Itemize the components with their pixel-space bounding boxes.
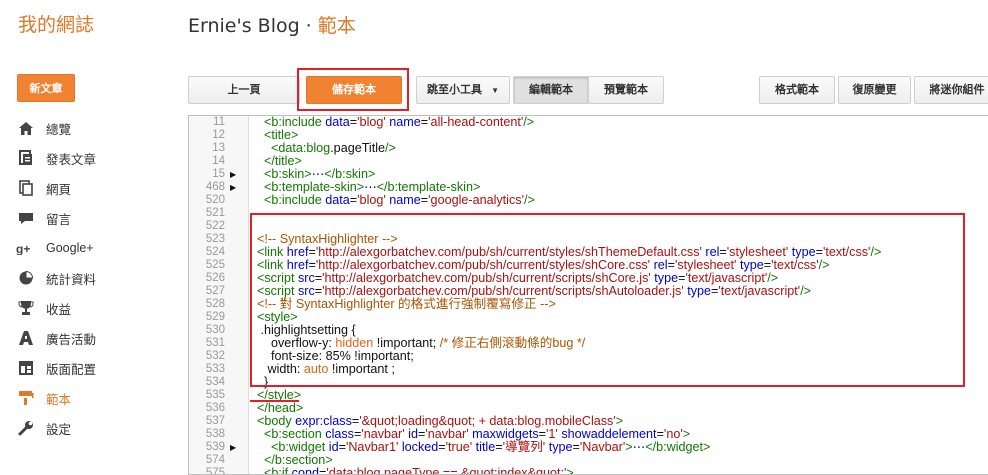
edit-template-tab[interactable]: 編輯範本 [513, 76, 589, 104]
campaigns-icon [16, 329, 36, 347]
sidebar-item-campaigns[interactable]: 廣告活動 [16, 323, 96, 353]
code-editor[interactable]: 11 <b:include data='blog' name='all-head… [188, 115, 988, 475]
preview-template-tab[interactable]: 預覽範本 [588, 76, 664, 104]
sidebar-item-earnings[interactable]: 收益 [16, 293, 96, 323]
code-text: <b:if cond='data:blog.pageType == &quot;… [264, 466, 574, 475]
line-number: 13 [212, 142, 225, 154]
line-number: 536 [205, 402, 225, 414]
new-post-button[interactable]: 新文章 [17, 74, 75, 102]
format-template-button[interactable]: 格式範本 [759, 76, 835, 104]
chevron-down-icon: ▼ [491, 86, 499, 95]
sidebar-item-label: 總覽 [46, 122, 72, 137]
sidebar-item-label: 統計資料 [46, 272, 97, 287]
line-number: 528 [205, 298, 225, 310]
fold-arrow-icon[interactable]: ▶ [230, 168, 236, 181]
revert-changes-button[interactable]: 復原變更 [838, 76, 911, 104]
sidebar-item-label: 網頁 [46, 182, 72, 197]
line-number: 525 [205, 259, 225, 271]
line-number: 538 [205, 428, 225, 440]
line-number: 533 [205, 363, 225, 375]
page-header: Ernie's Blog · 範本 [188, 11, 356, 38]
line-number: 535 [205, 389, 225, 401]
line-number: 531 [205, 337, 225, 349]
line-number: 12 [212, 129, 225, 141]
sidebar-item-label: 範本 [46, 392, 72, 407]
sidebar-item-label: 版面配置 [46, 362, 97, 377]
sidebar-item-label: 收益 [46, 302, 72, 317]
sidebar-item-comments[interactable]: 留言 [16, 203, 96, 233]
expand-widgets-button[interactable]: 將迷你組件 [914, 76, 988, 104]
line-number: 526 [205, 272, 225, 284]
line-number: 521 [205, 207, 225, 219]
sidebar-item-label: 發表文章 [46, 152, 97, 167]
sidebar-item-template[interactable]: 範本 [16, 383, 96, 413]
earnings-icon [16, 299, 36, 317]
code-text: width: auto !important ; [257, 362, 395, 376]
brand-title[interactable]: 我的網誌 [18, 10, 94, 37]
sidebar-nav: 總覽發表文章網頁留言 g+ Google+ 統計資料收益廣告活動版面配置範本設定 [16, 113, 96, 443]
line-number: 523 [205, 233, 225, 245]
template-icon [16, 389, 36, 407]
line-number: 14 [212, 155, 225, 167]
line-number: 534 [205, 376, 225, 388]
sidebar-item-label: 廣告活動 [46, 332, 97, 347]
jump-to-widget-label: 跳至小工具 [427, 84, 482, 96]
line-number: 532 [205, 350, 225, 362]
google-plus-icon: g+ [16, 239, 36, 257]
code-text: <!-- 對 SyntaxHighlighter 的格式進行強制覆寫修正 --> [257, 297, 556, 311]
code-text: <b:include data='blog' name='all-head-co… [264, 115, 535, 129]
stats-icon [16, 269, 36, 287]
sidebar-item-posts[interactable]: 發表文章 [16, 143, 96, 173]
line-number: 539 [205, 441, 225, 453]
line-number: 537 [205, 415, 225, 427]
jump-to-widget-dropdown[interactable]: 跳至小工具 ▼ [416, 76, 510, 104]
line-number: 530 [205, 324, 225, 336]
line-number: 15 [212, 168, 225, 180]
posts-icon [16, 149, 36, 167]
layout-icon [16, 359, 36, 377]
sidebar-item-home[interactable]: 總覽 [16, 113, 96, 143]
sidebar-item-layout[interactable]: 版面配置 [16, 353, 96, 383]
line-number: 524 [205, 246, 225, 258]
line-number: 529 [205, 311, 225, 323]
line-number: 520 [205, 194, 225, 206]
code-text: <b:include data='blog' name='google-anal… [264, 193, 535, 207]
annotation-underline [250, 400, 299, 402]
line-number: 527 [205, 285, 225, 297]
home-icon [16, 119, 36, 137]
line-number: 575 [205, 467, 225, 475]
back-button[interactable]: 上一頁 [188, 76, 300, 104]
blog-name: Ernie's Blog [188, 15, 300, 37]
sidebar-item-pages[interactable]: 網頁 [16, 173, 96, 203]
fold-arrow-icon[interactable]: ▶ [230, 181, 236, 194]
line-number: 574 [205, 454, 225, 466]
line-number: 11 [213, 116, 225, 128]
header-separator: · [305, 15, 312, 37]
section-name: 範本 [317, 15, 356, 37]
line-number: 522 [205, 220, 225, 232]
sidebar-item-label: 留言 [46, 212, 72, 227]
sidebar-item-label: 設定 [46, 422, 72, 437]
sidebar-item-settings[interactable]: 設定 [16, 413, 96, 443]
sidebar-item-google-plus[interactable]: g+ Google+ [16, 233, 96, 263]
fold-arrow-icon[interactable]: ▶ [230, 441, 236, 454]
pages-icon [16, 179, 36, 197]
line-number: 468 [205, 181, 225, 193]
settings-icon [16, 419, 36, 437]
svg-text:g+: g+ [16, 242, 30, 255]
sidebar-item-label: Google+ [46, 241, 94, 255]
sidebar-item-stats[interactable]: 統計資料 [16, 263, 96, 293]
comments-icon [16, 209, 36, 227]
save-template-button[interactable]: 儲存範本 [306, 76, 402, 104]
